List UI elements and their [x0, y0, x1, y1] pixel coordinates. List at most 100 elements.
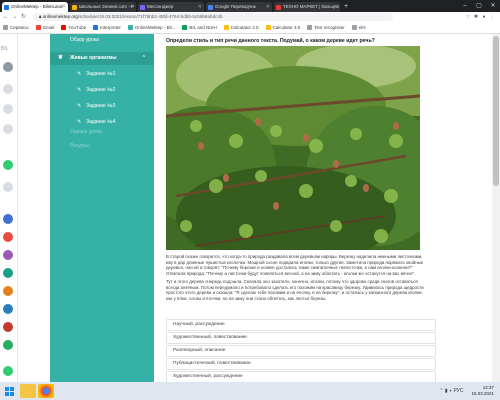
rail-icon[interactable]	[3, 124, 13, 134]
rail-icon[interactable]	[3, 182, 13, 192]
bookmark-apps[interactable]: Сервисы	[3, 25, 29, 30]
interpreter-icon	[93, 25, 99, 30]
maximize-icon[interactable]: ▢	[472, 0, 486, 12]
close-tab-icon[interactable]: ✕	[198, 2, 202, 12]
lesson-content: Определи стиль и тип речи данного текста…	[162, 34, 440, 382]
bookmark-onlinemektep[interactable]: OnlineMektep - Bil...	[127, 25, 175, 30]
scrollbar-thumb[interactable]	[493, 36, 499, 186]
rail-icon[interactable]	[3, 322, 13, 332]
sidebar-item-resources[interactable]: Ресурсы	[50, 140, 154, 153]
pencil-icon: ✎	[77, 87, 82, 93]
rail-icon[interactable]	[3, 250, 13, 260]
tray-icons[interactable]: ⌃ ▮ ◖ РУС	[439, 388, 463, 394]
answer-option[interactable]: Художественный, рассуждение	[166, 371, 436, 382]
bookmark-label: BIL and NISH	[189, 25, 217, 30]
profile-icon[interactable]: ●	[480, 13, 488, 21]
address-bar-row: ← → ↻ 🔒︎ onlinemektep.org/schedule/15.03…	[0, 12, 500, 22]
youtube-icon	[61, 25, 67, 30]
language-indicator[interactable]: РУС	[453, 388, 463, 394]
bookmark-label: YouTube	[68, 25, 87, 30]
answer-option[interactable]: Публицистический, повествование	[166, 358, 436, 370]
answer-option-label: Художественный, повествование	[173, 335, 247, 340]
pencil-icon: ✎	[77, 103, 82, 109]
close-tab-icon[interactable]: ✕	[266, 2, 270, 12]
menu-icon[interactable]: ⋮	[488, 13, 496, 21]
sidebar-item-task-3[interactable]: ✎ Задание №3	[50, 100, 154, 113]
tab-favicon-icon	[72, 5, 77, 10]
close-tab-icon[interactable]: ✕	[62, 2, 66, 12]
forward-icon[interactable]: →	[11, 13, 18, 21]
leaf-icon: ❦	[58, 55, 64, 61]
url-path: /schedule/15.03.2021/lesson/71f75bb2-48f…	[77, 14, 223, 19]
page-viewport: BIL Обзор урока ❦ Живые организмы ⌃ ✎ За…	[0, 34, 500, 382]
rail-icon[interactable]	[3, 340, 13, 350]
rail-icon[interactable]	[3, 286, 13, 296]
windows-start-icon[interactable]	[0, 382, 18, 400]
gmail-icon	[35, 25, 41, 30]
bilimland-logo: BIL	[1, 46, 9, 52]
rail-icon[interactable]	[3, 104, 13, 114]
sidebar-section-living-organisms[interactable]: ❦ Живые организмы ⌃	[50, 52, 154, 65]
close-tab-icon[interactable]: ✕	[334, 2, 338, 12]
back-icon[interactable]: ←	[2, 13, 9, 21]
onlinemektep-icon	[127, 25, 133, 30]
rail-icon[interactable]	[3, 232, 13, 242]
tab-title: Мессенджер	[147, 4, 174, 9]
bookmark-interpreter[interactable]: Interpreter	[93, 25, 121, 30]
rail-active-icon[interactable]	[3, 160, 13, 170]
rail-icon[interactable]	[3, 84, 13, 94]
taskbar: ⌃ ▮ ◖ РУС 12:37 15.03.2021	[0, 382, 500, 400]
sidebar-item-label: Задание №1	[86, 71, 116, 77]
clock[interactable]: 12:37 15.03.2021	[471, 385, 494, 397]
rail-icon[interactable]	[3, 214, 13, 224]
sidebar-item-overview[interactable]: Обзор урока	[50, 34, 154, 47]
sidebar-item-label: Задание №3	[86, 103, 116, 109]
larch-tree-image	[166, 46, 420, 250]
answer-option-label: Публицистический, повествование	[173, 361, 251, 366]
sidebar-item-task-2[interactable]: ✎ Задание №2	[50, 84, 154, 97]
bookmark-calc3[interactable]: Calculator 3.0	[265, 25, 301, 30]
bookmark-label: el/s	[358, 25, 366, 30]
file-explorer-icon[interactable]	[20, 384, 36, 398]
browser-tab[interactable]: Google Переводчик ✕	[206, 2, 272, 12]
bookmark-text-recogniser[interactable]: Text recogniser	[307, 25, 345, 30]
answer-option[interactable]: Разговорный, описание	[166, 345, 436, 357]
close-tab-icon[interactable]: ✕	[130, 2, 134, 12]
tab-favicon-icon	[208, 5, 213, 10]
browser-tab[interactable]: ТЕХНО МАРКЕТ | Кальцио ✕	[274, 2, 340, 12]
bookmark-bil[interactable]: BIL and NISH	[182, 25, 217, 30]
bookmark-label: Calculator 3.0	[272, 25, 301, 30]
sidebar-item-task-1[interactable]: ✎ Задание №1	[50, 68, 154, 81]
avatar[interactable]	[3, 62, 13, 72]
rail-icon[interactable]	[3, 304, 13, 314]
star-icon[interactable]: ☆	[464, 13, 472, 21]
question-text: Определи стиль и тип речи данного текста…	[166, 38, 375, 44]
answer-option[interactable]: Художественный, повествование	[166, 332, 436, 344]
bookmark-els[interactable]: el/s	[351, 25, 366, 30]
browser-tab[interactable]: Школьные Знания.com - Р ✕	[70, 2, 136, 12]
bil-icon	[182, 25, 188, 30]
bookmark-gmail[interactable]: Gmail	[35, 25, 54, 30]
browser-tab[interactable]: OnlineMektep - BilimLand ✕	[2, 2, 68, 12]
text-paragraph-1: В старой сказке говорится, что когда-то …	[166, 254, 424, 276]
reload-icon[interactable]: ↻	[20, 13, 27, 21]
sidebar-item-label: Обзор урока	[70, 37, 99, 43]
bookmark-calc2[interactable]: Calculator 2.0	[223, 25, 259, 30]
minimize-icon[interactable]: –	[458, 0, 472, 12]
toolbar-right: ☆ ✱ ● ⋮	[464, 13, 496, 21]
url-input[interactable]: 🔒︎ onlinemektep.org/schedule/15.03.2021/…	[33, 13, 393, 21]
tab-title: Школьные Знания.com - Р	[79, 4, 134, 9]
bookmark-youtube[interactable]: YouTube	[61, 25, 86, 30]
rail-icon[interactable]	[3, 366, 13, 376]
answer-option[interactable]: Научный, рассуждение	[166, 319, 436, 331]
close-window-icon[interactable]: ✕	[486, 0, 500, 12]
page-scrollbar[interactable]	[492, 34, 500, 382]
browser-tab-bar: OnlineMektep - BilimLand ✕ Школьные Знан…	[0, 0, 500, 12]
chrome-icon[interactable]	[38, 384, 54, 398]
extensions-icon[interactable]: ✱	[472, 13, 480, 21]
browser-tab[interactable]: Мессенджер ✕	[138, 2, 204, 12]
sidebar-item-lesson-rating[interactable]: Оценка урока	[50, 126, 154, 139]
bookmarks-bar: Сервисы Gmail YouTube Interpreter Online…	[0, 22, 500, 34]
new-tab-button[interactable]: +	[344, 2, 348, 12]
rail-icon[interactable]	[3, 268, 13, 278]
